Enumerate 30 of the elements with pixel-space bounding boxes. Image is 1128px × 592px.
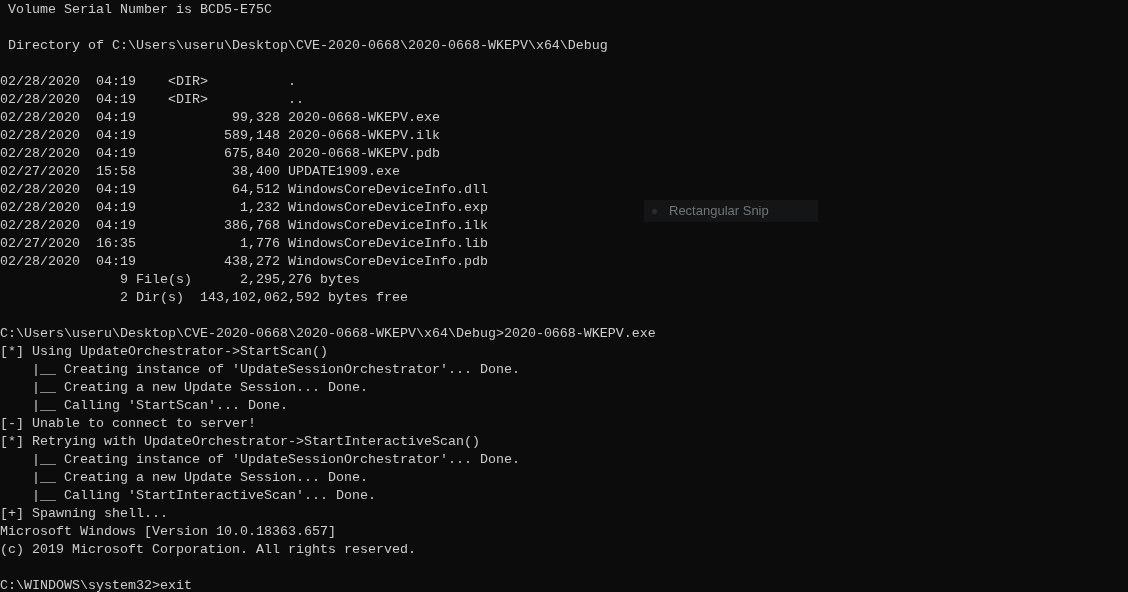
terminal-line: 02/28/2020 04:19 675,840 2020-0668-WKEPV.pdb (0, 145, 440, 163)
terminal-line: Directory of C:\Users\useru\Desktop\CVE-2020-0668\2020-0668-WKEPV\x64\Debug (7, 37, 608, 55)
terminal-line: 2 Dir(s) 143,102,062,592 bytes free (118, 289, 408, 307)
terminal-line: [-] Unable to connect to server! (0, 415, 256, 433)
terminal-line: |__ Creating a new Update Session... Done. (31, 469, 368, 487)
terminal-line: C:\Users\useru\Desktop\CVE-2020-0668\2020-0668-WKEPV\x64\Debug>2020-0668-WKEPV.exe (0, 325, 656, 343)
terminal-line: |__ Creating a new Update Session... Done. (31, 379, 368, 397)
terminal-line: [*] Using UpdateOrchestrator->StartScan() (0, 343, 328, 361)
terminal-line: 02/28/2020 04:19 1,232 WindowsCoreDeviceInfo.exp (0, 199, 488, 217)
terminal-line: |__ Creating instance of 'UpdateSessionOrchestrator'... Done. (31, 451, 520, 469)
terminal-line: 02/28/2020 04:19 64,512 WindowsCoreDeviceInfo.dll (0, 181, 488, 199)
terminal-line: 02/28/2020 04:19 438,272 WindowsCoreDeviceInfo.pdb (0, 253, 488, 271)
terminal-line: Microsoft Windows [Version 10.0.18363.657] (0, 523, 336, 541)
terminal-line: [+] Spawning shell... (0, 505, 168, 523)
terminal-line: |__ Calling 'StartScan'... Done. (31, 397, 288, 415)
terminal-line: 9 File(s) 2,295,276 bytes (118, 271, 360, 289)
terminal-line: C:\WINDOWS\system32>exit (0, 577, 192, 592)
terminal-line: (c) 2019 Microsoft Corporation. All rights reserved. (0, 541, 416, 559)
terminal-line: 02/28/2020 04:19 386,768 WindowsCoreDeviceInfo.ilk (0, 217, 488, 235)
terminal-line: 02/28/2020 04:19 589,148 2020-0668-WKEPV.ilk (0, 127, 440, 145)
tooltip-label: Rectangular Snip (669, 202, 769, 220)
terminal-line: 02/28/2020 04:19 <DIR> . (0, 73, 296, 91)
terminal-line: Volume Serial Number is BCD5-E75C (7, 1, 272, 19)
terminal-line: 02/28/2020 04:19 <DIR> .. (0, 91, 304, 109)
terminal-line: 02/28/2020 04:19 99,328 2020-0668-WKEPV.exe (0, 109, 440, 127)
terminal-line: |__ Creating instance of 'UpdateSessionOrchestrator'... Done. (31, 361, 520, 379)
terminal-line: 02/27/2020 15:58 38,400 UPDATE1909.exe (0, 163, 400, 181)
terminal-line: |__ Calling 'StartInteractiveScan'... Done. (31, 487, 376, 505)
terminal-line: [*] Retrying with UpdateOrchestrator->StartInteractiveScan() (0, 433, 480, 451)
terminal-line: 02/27/2020 16:35 1,776 WindowsCoreDeviceInfo.lib (0, 235, 488, 253)
